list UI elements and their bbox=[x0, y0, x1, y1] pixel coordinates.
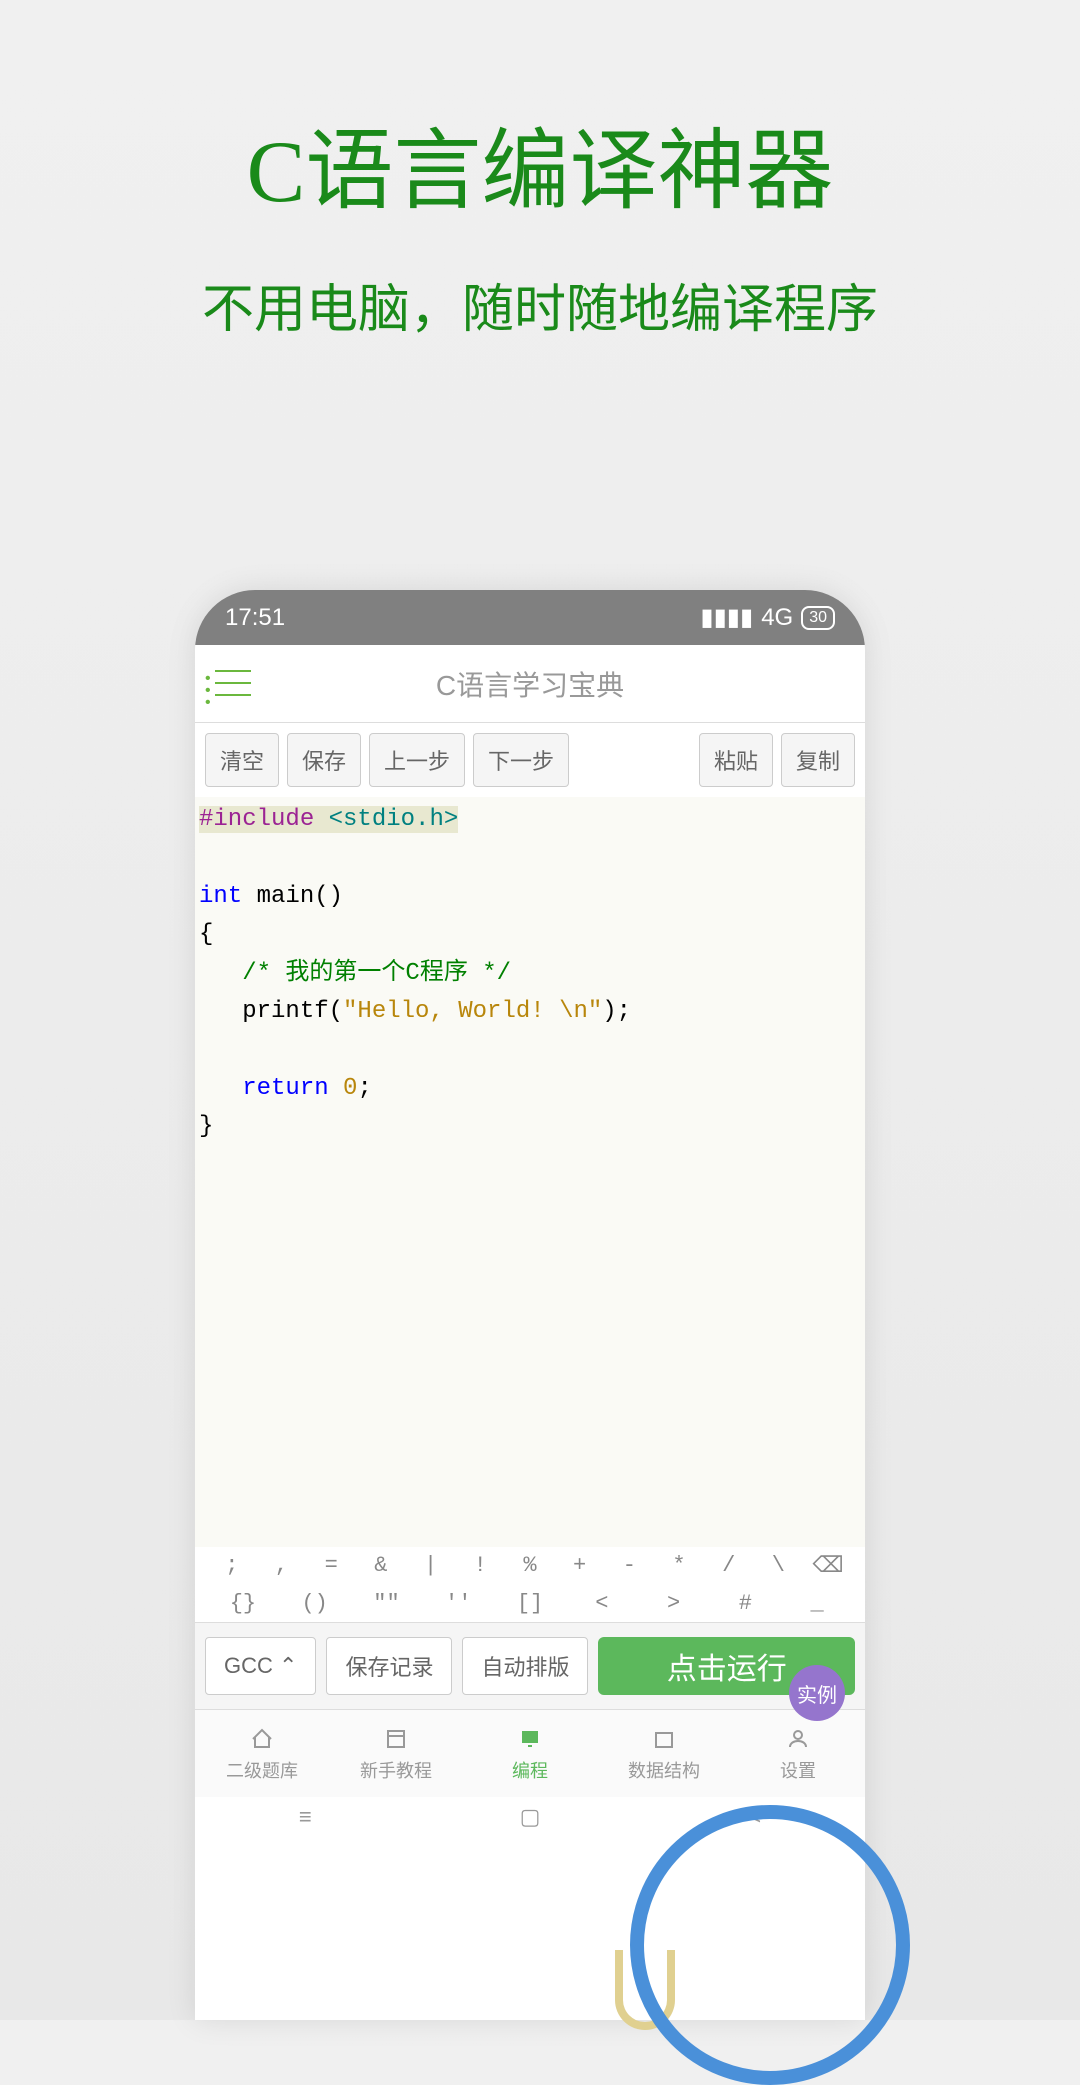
sym-plus[interactable]: + bbox=[555, 1553, 605, 1579]
nav-tutorial[interactable]: 新手教程 bbox=[329, 1710, 463, 1797]
promo-title: C语言编译神器 bbox=[0, 100, 1080, 227]
sym-minus[interactable]: - bbox=[605, 1553, 655, 1579]
menu-icon[interactable] bbox=[215, 670, 251, 698]
symbol-row-2: {} () "" '' [] < > # _ bbox=[195, 1585, 865, 1622]
nav-settings[interactable]: 设置 bbox=[731, 1710, 865, 1797]
sym-backslash[interactable]: \ bbox=[754, 1553, 804, 1579]
sym-parens[interactable]: () bbox=[279, 1591, 351, 1616]
sym-pipe[interactable]: | bbox=[406, 1553, 456, 1579]
sys-home-icon[interactable]: ▢ bbox=[520, 1804, 541, 1830]
backspace-icon[interactable]: ⌫ bbox=[803, 1553, 853, 1579]
sym-star[interactable]: * bbox=[654, 1553, 704, 1579]
network-label: 4G bbox=[761, 604, 793, 632]
sym-equals[interactable]: = bbox=[306, 1553, 356, 1579]
sym-semicolon[interactable]: ; bbox=[207, 1553, 257, 1579]
sym-squotes[interactable]: '' bbox=[422, 1591, 494, 1616]
sym-percent[interactable]: % bbox=[505, 1553, 555, 1579]
nav-data-structure[interactable]: 数据结构 bbox=[597, 1710, 731, 1797]
bottom-toolbar: GCC ⌃ 保存记录 自动排版 点击运行 bbox=[195, 1622, 865, 1709]
sym-gt[interactable]: > bbox=[638, 1591, 710, 1616]
sym-bang[interactable]: ! bbox=[455, 1553, 505, 1579]
sys-menu-icon[interactable]: ≡ bbox=[299, 1804, 312, 1830]
book-icon bbox=[382, 1725, 410, 1753]
sym-dquotes[interactable]: "" bbox=[351, 1591, 423, 1616]
sym-comma[interactable]: , bbox=[257, 1553, 307, 1579]
nav-question-bank[interactable]: 二级题库 bbox=[195, 1710, 329, 1797]
copy-button[interactable]: 复制 bbox=[781, 733, 855, 787]
example-badge[interactable]: 实例 bbox=[789, 1665, 845, 1721]
redo-button[interactable]: 下一步 bbox=[473, 733, 569, 787]
sym-amp[interactable]: & bbox=[356, 1553, 406, 1579]
app-title: C语言学习宝典 bbox=[215, 664, 845, 704]
save-record-button[interactable]: 保存记录 bbox=[326, 1637, 452, 1695]
signal-icon: ▮▮▮▮ bbox=[700, 603, 753, 632]
nav-bar: 二级题库 新手教程 编程 数据结构 设置 bbox=[195, 1709, 865, 1797]
save-button[interactable]: 保存 bbox=[287, 733, 361, 787]
auto-format-button[interactable]: 自动排版 bbox=[462, 1637, 588, 1695]
sym-brackets[interactable]: [] bbox=[494, 1591, 566, 1616]
folder-icon bbox=[650, 1725, 678, 1753]
promo-subtitle: 不用电脑，随时随地编译程序 bbox=[0, 267, 1080, 342]
paste-button[interactable]: 粘贴 bbox=[699, 733, 773, 787]
sym-underscore[interactable]: _ bbox=[781, 1591, 853, 1616]
sym-braces[interactable]: {} bbox=[207, 1591, 279, 1616]
clear-button[interactable]: 清空 bbox=[205, 733, 279, 787]
sym-lt[interactable]: < bbox=[566, 1591, 638, 1616]
status-bar: 17:51 ▮▮▮▮ 4G 30 bbox=[195, 590, 865, 645]
code-editor[interactable]: #include <stdio.h> int main() { /* 我的第一个… bbox=[195, 797, 865, 1547]
monitor-icon bbox=[516, 1725, 544, 1753]
user-icon bbox=[784, 1725, 812, 1753]
status-time: 17:51 bbox=[225, 604, 285, 632]
battery-icon: 30 bbox=[801, 606, 835, 630]
home-icon bbox=[248, 1725, 276, 1753]
undo-button[interactable]: 上一步 bbox=[369, 733, 465, 787]
app-header: C语言学习宝典 bbox=[195, 645, 865, 723]
symbol-row-1: ; , = & | ! % + - * / \ ⌫ bbox=[195, 1547, 865, 1585]
sym-slash[interactable]: / bbox=[704, 1553, 754, 1579]
toolbar: 清空 保存 上一步 下一步 粘贴 复制 bbox=[195, 723, 865, 797]
nav-coding[interactable]: 编程 bbox=[463, 1710, 597, 1797]
highlight-circle bbox=[630, 1805, 910, 2085]
compiler-button[interactable]: GCC ⌃ bbox=[205, 1637, 316, 1695]
sym-hash[interactable]: # bbox=[709, 1591, 781, 1616]
